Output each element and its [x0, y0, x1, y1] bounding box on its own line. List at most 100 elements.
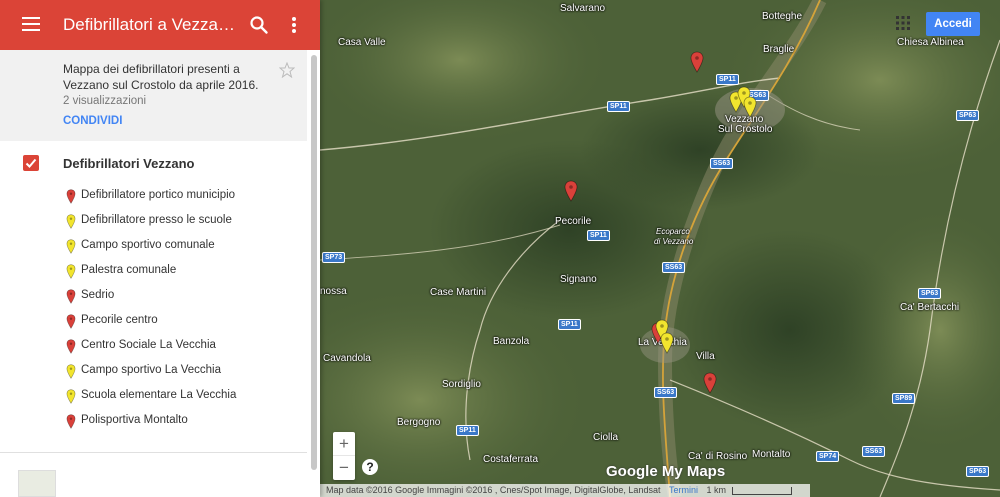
map-marker[interactable]	[703, 372, 717, 394]
feature-item[interactable]: Defibrillatore presso le scuole	[0, 210, 307, 235]
layer-title: Defibrillatori Vezzano	[63, 156, 195, 171]
feature-label: Campo sportivo La Vecchia	[81, 364, 221, 376]
feature-item[interactable]: Centro Sociale La Vecchia	[0, 335, 307, 360]
feature-item[interactable]: Pecorile centro	[0, 310, 307, 335]
yellow-marker-icon	[66, 264, 76, 279]
yellow-marker-icon	[66, 214, 76, 229]
feature-label: Defibrillatore portico municipio	[81, 189, 236, 201]
place-label-di-vezzano: di Vezzano	[654, 237, 694, 246]
feature-label: Centro Sociale La Vecchia	[81, 339, 216, 351]
feature-label: Sedrio	[81, 289, 115, 301]
feature-item[interactable]: Scuola elementare La Vecchia	[0, 385, 307, 410]
map-attribution: Map data ©2016 Google Immagini ©2016 , C…	[320, 484, 810, 497]
red-marker-icon	[66, 289, 76, 304]
checkmark-icon	[25, 158, 37, 168]
map-title: Defibrillatori a Vezzano ...	[63, 15, 243, 34]
yellow-marker-icon	[66, 239, 76, 254]
sign-in-button[interactable]: Accedi	[926, 12, 980, 36]
road-shield: SS63	[710, 158, 734, 169]
map-marker[interactable]	[690, 51, 704, 73]
sidebar-panel: Defibrillatori a Vezzano ... Mappa dei d…	[0, 0, 320, 497]
sidebar-header: Defibrillatori a Vezzano ...	[0, 0, 320, 50]
red-marker-icon	[66, 189, 76, 204]
map-marker[interactable]	[564, 180, 578, 202]
sidebar-scrollbar[interactable]	[311, 55, 317, 470]
yellow-marker-icon	[66, 364, 76, 379]
road-shield: SP11	[587, 230, 610, 241]
road-shield: SP63	[956, 110, 980, 121]
place-label-signano: Signano	[560, 274, 597, 285]
feature-list: Defibrillatore portico municipio Defibril…	[0, 185, 307, 435]
map-marker[interactable]	[660, 332, 674, 354]
road-shield: SS63	[654, 387, 678, 398]
yellow-marker-icon	[66, 389, 76, 404]
road-shield: SP11	[558, 319, 581, 330]
share-button[interactable]: CONDIVIDI	[63, 115, 122, 127]
help-button[interactable]: ?	[362, 459, 378, 475]
place-label-pecorile: Pecorile	[555, 216, 592, 227]
feature-item[interactable]: Defibrillatore portico municipio	[0, 185, 307, 210]
place-label-ecoparco: Ecoparco	[656, 227, 690, 236]
attribution-text: Map data ©2016 Google Immagini ©2016 , C…	[326, 485, 661, 495]
road-shield: SP73	[322, 252, 346, 263]
place-label-chiesa-albinea: Chiesa Albinea	[897, 37, 964, 48]
place-label-ca-di-rosino: Ca' di Rosino	[688, 451, 748, 462]
place-label-costaferrata: Costaferrata	[483, 454, 539, 465]
feature-label: Pecorile centro	[81, 314, 158, 326]
terms-link[interactable]: Termini	[669, 485, 698, 495]
road-shield: SP11	[607, 101, 630, 112]
feature-item[interactable]: Campo sportivo comunale	[0, 235, 307, 260]
road-shield: SS63	[862, 446, 886, 457]
apps-grid-icon[interactable]	[896, 16, 910, 30]
place-label-ca-bertacchi: Ca' Bertacchi	[900, 302, 960, 313]
feature-label: Scuola elementare La Vecchia	[81, 389, 237, 401]
feature-item[interactable]: Campo sportivo La Vecchia	[0, 360, 307, 385]
place-label-sordiglio: Sordiglio	[442, 379, 481, 390]
place-label-nossa: nossa	[320, 286, 347, 297]
yellow-pin-icon	[743, 96, 757, 118]
feature-item[interactable]: Sedrio	[0, 285, 307, 310]
place-label-botteghe: Botteghe	[762, 11, 803, 22]
zoom-in-button[interactable]: +	[333, 432, 355, 456]
place-label-ciolla: Ciolla	[593, 432, 619, 443]
place-label-sul-crostolo: Sul Crostolo	[718, 124, 773, 135]
layer-section: Defibrillatori Vezzano Defibrillatore po…	[0, 141, 307, 453]
map-view[interactable]: Salvarano Botteghe Casa Valle Braglie Ch…	[320, 0, 1000, 497]
more-options-icon[interactable]	[289, 15, 299, 35]
feature-label: Polisportiva Montalto	[81, 414, 188, 426]
feature-label: Campo sportivo comunale	[81, 239, 215, 251]
search-icon[interactable]	[249, 15, 269, 35]
road-shield: SP11	[716, 74, 739, 85]
feature-item[interactable]: Palestra comunale	[0, 260, 307, 285]
zoom-control: + −	[333, 432, 355, 480]
map-marker[interactable]	[743, 96, 757, 118]
place-label-bergogno: Bergogno	[397, 417, 441, 428]
road-shield: SS63	[662, 262, 686, 273]
map-info-section: Mappa dei defibrillatori presenti a Vezz…	[0, 50, 307, 141]
red-marker-icon	[66, 414, 76, 429]
scale-label: 1 km	[706, 485, 727, 495]
place-label-salvarano: Salvarano	[560, 3, 606, 14]
yellow-pin-icon	[660, 332, 674, 354]
place-label-banzola: Banzola	[493, 336, 530, 347]
zoom-out-button[interactable]: −	[333, 456, 355, 480]
view-count: 2 visualizzazioni	[63, 95, 147, 107]
place-label-cavandola: Cavandola	[323, 353, 371, 364]
place-label-case-martini: Case Martini	[430, 287, 487, 298]
place-label-braglie: Braglie	[763, 44, 795, 55]
menu-icon[interactable]	[22, 17, 40, 31]
place-label-montalto: Montalto	[752, 449, 791, 460]
red-marker-icon	[66, 314, 76, 329]
star-icon[interactable]	[279, 62, 295, 78]
red-marker-icon	[66, 339, 76, 354]
road-shield: SP89	[892, 393, 916, 404]
red-pin-icon	[564, 180, 578, 202]
base-map-thumbnail[interactable]	[18, 470, 56, 497]
feature-item[interactable]: Polisportiva Montalto	[0, 410, 307, 435]
layer-visibility-checkbox[interactable]	[23, 155, 39, 171]
road-shield: SP63	[918, 288, 942, 299]
map-description: Mappa dei defibrillatori presenti a Vezz…	[63, 62, 259, 92]
red-pin-icon	[690, 51, 704, 73]
scale-bar	[732, 486, 793, 495]
red-pin-icon	[703, 372, 717, 394]
